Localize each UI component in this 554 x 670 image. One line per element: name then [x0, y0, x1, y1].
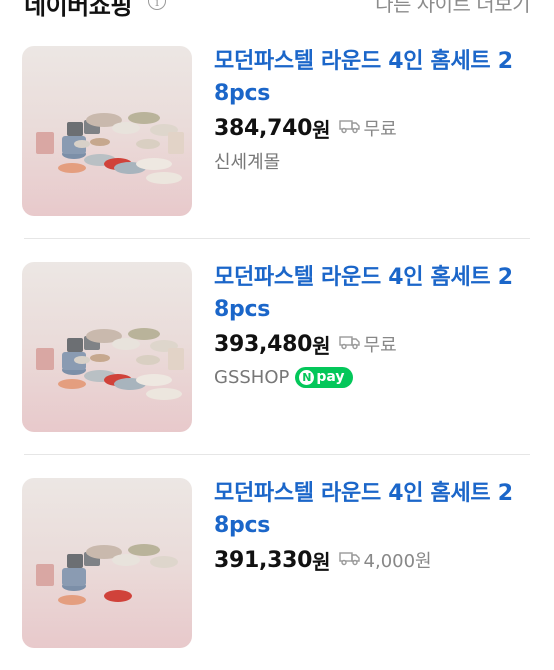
product-card[interactable]: 모던파스텔 라운드 4인 홈세트 2 8pcs 393,480 원 무료 GSS… [0, 244, 554, 455]
product-price: 391,330 [214, 547, 313, 573]
product-title-line2[interactable]: 8pcs [214, 513, 270, 538]
truck-icon [338, 118, 361, 139]
product-title[interactable]: 모던파스텔 라운드 4인 홈세트 2 8pcs [214, 262, 534, 326]
currency-label: 원 [312, 549, 331, 574]
product-price: 384,740 [214, 115, 313, 141]
truck-icon [338, 550, 361, 571]
shipping-info: 무료 [338, 331, 397, 357]
product-thumbnail[interactable] [22, 262, 192, 432]
more-sites-link[interactable]: 다른 사이트 더보기 [375, 0, 530, 17]
shipping-label: 무료 [363, 119, 397, 140]
product-card[interactable]: 모던파스텔 라운드 4인 홈세트 2 8pcs 384,740 원 무료 신세계… [0, 28, 554, 239]
product-thumbnail[interactable] [22, 478, 192, 648]
seller-name: GSSHOP [214, 366, 290, 388]
currency-label: 원 [312, 117, 331, 142]
shipping-label: 무료 [363, 335, 397, 356]
shipping-label: 4,000원 [363, 551, 432, 572]
section-header: 네이버쇼핑 i 다른 사이트 더보기 [0, 0, 554, 22]
shipping-info: 4,000원 [338, 547, 432, 573]
info-icon[interactable]: i [148, 0, 166, 10]
card-divider [24, 454, 530, 455]
product-title-line1[interactable]: 모던파스텔 라운드 4인 홈세트 2 [214, 481, 513, 506]
product-thumbnail[interactable] [22, 46, 192, 216]
seller-name: 신세계몰 [214, 152, 281, 173]
shipping-info: 무료 [338, 115, 397, 141]
product-title-line2[interactable]: 8pcs [214, 81, 270, 106]
product-price: 393,480 [214, 331, 313, 357]
section-title: 네이버쇼핑 [24, 0, 132, 20]
currency-label: 원 [312, 333, 331, 358]
npay-logo-icon: N [299, 369, 315, 385]
product-title-line1[interactable]: 모던파스텔 라운드 4인 홈세트 2 [214, 49, 513, 74]
product-title-line1[interactable]: 모던파스텔 라운드 4인 홈세트 2 [214, 265, 513, 290]
product-card[interactable]: 모던파스텔 라운드 4인 홈세트 2 8pcs 391,330 원 4,000원 [0, 460, 554, 670]
npay-badge: N pay [295, 366, 353, 388]
product-title-line2[interactable]: 8pcs [214, 297, 270, 322]
truck-icon [338, 334, 361, 355]
npay-badge-label: pay [316, 369, 345, 385]
card-divider [24, 238, 530, 239]
product-title[interactable]: 모던파스텔 라운드 4인 홈세트 2 8pcs [214, 478, 534, 542]
product-title[interactable]: 모던파스텔 라운드 4인 홈세트 2 8pcs [214, 46, 534, 110]
